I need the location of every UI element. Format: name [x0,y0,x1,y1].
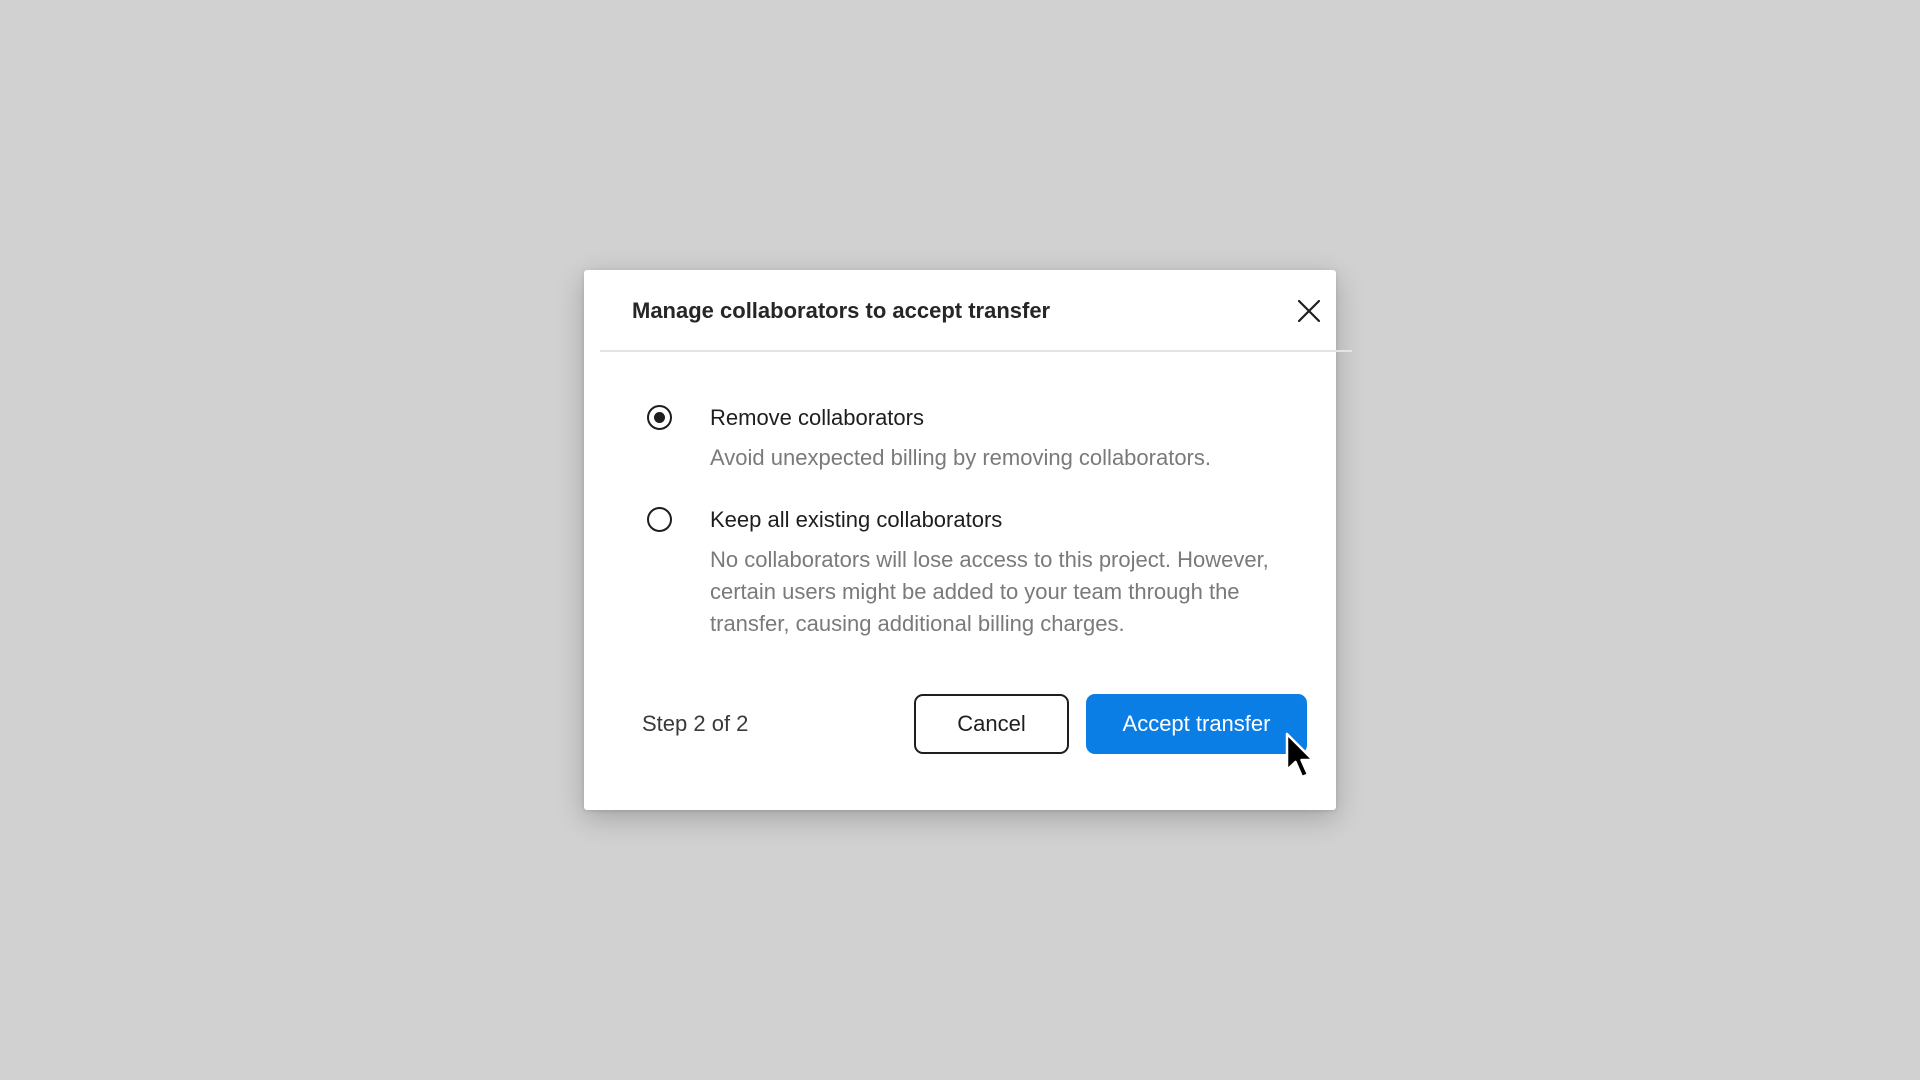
cancel-button[interactable]: Cancel [914,694,1069,754]
radio-remove-collaborators[interactable] [647,405,672,430]
manage-collaborators-dialog: Manage collaborators to accept transfer … [584,270,1352,810]
option-label: Remove collaborators [710,405,924,430]
accept-transfer-button[interactable]: Accept transfer [1086,694,1307,754]
close-button[interactable] [1296,298,1322,324]
header-divider [600,350,1352,352]
option-description: No collaborators will lose access to thi… [710,547,1269,636]
option-description: Avoid unexpected billing by removing col… [710,445,1211,470]
radio-keep-collaborators[interactable] [647,507,672,532]
option-label: Keep all existing collaborators [710,507,1003,532]
dialog-title: Manage collaborators to accept transfer [632,298,1051,323]
step-indicator: Step 2 of 2 [642,711,749,736]
close-icon [1297,299,1321,323]
dialog-header: Manage collaborators to accept transfer [584,270,1336,351]
